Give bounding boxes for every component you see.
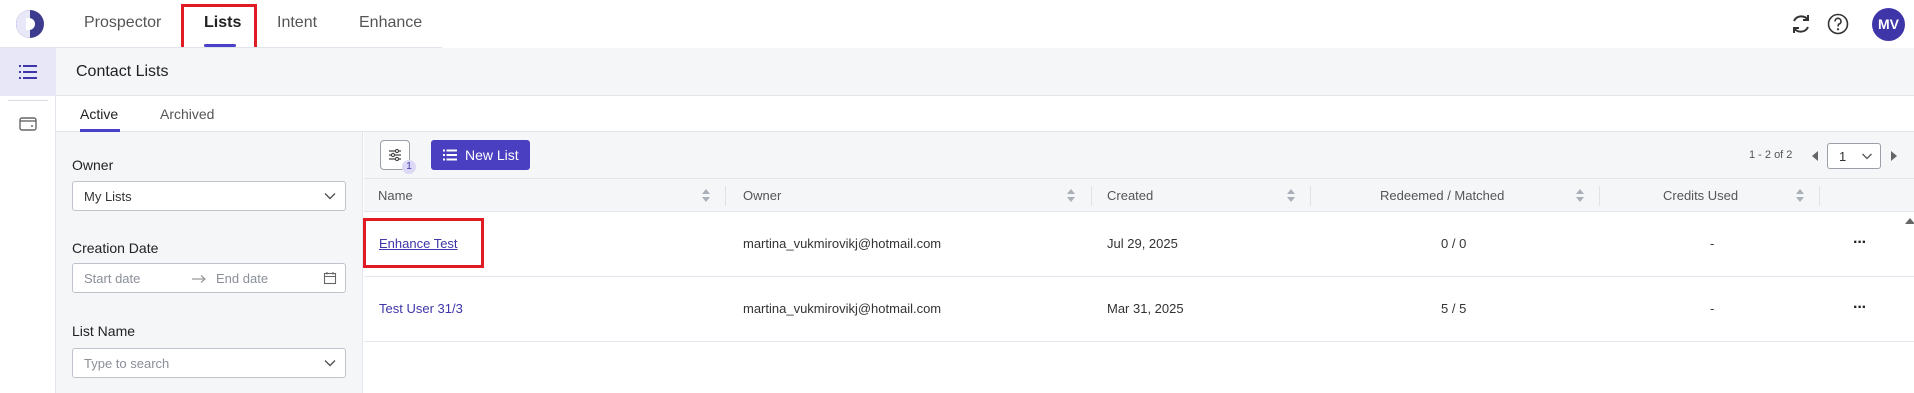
new-list-label: New List [465, 147, 519, 163]
enhance-test-highlight [363, 218, 484, 268]
nav-tab-enhance[interactable]: Enhance [359, 14, 422, 32]
scroll-up-icon[interactable] [1905, 218, 1914, 224]
app-logo[interactable] [16, 10, 44, 38]
new-list-button[interactable]: New List [431, 140, 530, 170]
calendar-icon [323, 272, 337, 285]
column-header-redeemed[interactable]: Redeemed / Matched [1380, 188, 1504, 203]
next-page-icon[interactable] [1891, 151, 1897, 161]
sliders-icon [389, 148, 401, 162]
creation-date-label: Creation Date [72, 240, 159, 256]
filter-panel: Owner My Lists Creation Date Start date … [56, 132, 363, 393]
table-toolbar: 1 New List 1 - 2 of 2 1 [364, 132, 1914, 178]
credits-cell: - [1710, 301, 1715, 316]
sort-icon[interactable] [1576, 189, 1584, 203]
owner-value: My Lists [84, 189, 132, 204]
sort-icon[interactable] [1287, 189, 1295, 203]
chevron-down-icon [324, 360, 336, 367]
help-icon[interactable] [1826, 12, 1850, 36]
list-name-label: List Name [72, 323, 136, 339]
table-row[interactable]: Test User 31/3 martina_vukmirovikj@hotma… [364, 277, 1914, 342]
rail-item-lists[interactable] [0, 48, 56, 96]
page-select[interactable]: 1 [1827, 143, 1881, 169]
row-actions-icon[interactable]: ··· [1853, 299, 1867, 317]
page-header: Contact Lists [56, 48, 1914, 96]
start-date-input[interactable]: Start date [84, 271, 140, 286]
nav-tab-intent[interactable]: Intent [277, 14, 317, 32]
created-cell: Mar 31, 2025 [1107, 301, 1184, 316]
list-name-search[interactable]: Type to search [72, 348, 346, 378]
end-date-input[interactable]: End date [216, 271, 268, 286]
owner-label: Owner [72, 157, 114, 173]
owner-cell: martina_vukmirovikj@hotmail.com [743, 301, 942, 316]
column-header-name[interactable]: Name [378, 188, 413, 203]
arrow-right-icon [192, 275, 206, 283]
owner-cell: martina_vukmirovikj@hotmail.com [743, 236, 942, 251]
sort-icon[interactable] [1796, 189, 1804, 203]
tab-active[interactable]: Active [80, 106, 118, 122]
table-header: Name Owner Created Redeemed / Matched Cr… [364, 178, 1914, 212]
list-icon [19, 65, 37, 79]
filter-count-badge: 1 [402, 160, 416, 174]
credits-cell: - [1710, 236, 1715, 251]
chevron-down-icon [324, 193, 336, 200]
created-cell: Jul 29, 2025 [1107, 236, 1178, 251]
column-header-created[interactable]: Created [1107, 188, 1153, 203]
page-title: Contact Lists [76, 63, 169, 80]
list-name-placeholder: Type to search [84, 356, 170, 371]
user-avatar[interactable]: MV [1872, 8, 1905, 41]
wallet-icon[interactable] [19, 116, 37, 132]
list-icon [443, 149, 457, 161]
redeemed-cell: 5 / 5 [1441, 301, 1467, 316]
redeemed-cell: 0 / 0 [1441, 236, 1467, 251]
sort-icon[interactable] [702, 189, 710, 203]
chevron-down-icon [1862, 153, 1872, 160]
top-bar: Prospector Lists Intent Enhance MV [0, 0, 1914, 56]
tab-archived[interactable]: Archived [160, 106, 214, 122]
refresh-icon[interactable] [1789, 12, 1813, 36]
nav-tab-prospector[interactable]: Prospector [84, 14, 161, 32]
sort-icon[interactable] [1067, 189, 1075, 203]
table-row[interactable]: Enhance Test martina_vukmirovikj@hotmail… [364, 212, 1914, 277]
row-actions-icon[interactable]: ··· [1853, 234, 1867, 252]
pagination-range: 1 - 2 of 2 [1749, 149, 1793, 161]
column-header-credits[interactable]: Credits Used [1663, 188, 1738, 203]
column-header-owner[interactable]: Owner [743, 188, 781, 203]
left-rail [0, 48, 56, 393]
page-value: 1 [1839, 149, 1847, 164]
subtabs: Active Archived [56, 96, 1914, 132]
prev-page-icon[interactable] [1812, 151, 1818, 161]
owner-select[interactable]: My Lists [72, 181, 346, 211]
date-range-picker[interactable]: Start date End date [72, 263, 346, 293]
list-name-link[interactable]: Test User 31/3 [379, 301, 463, 316]
